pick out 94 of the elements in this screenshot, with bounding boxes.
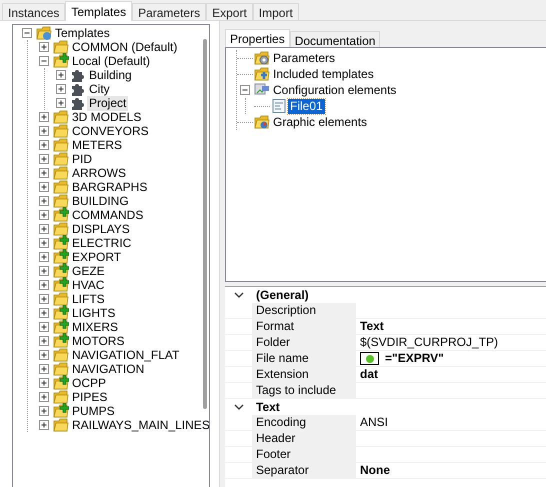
folder-icon [53,347,69,363]
property-value[interactable]: $(SVDIR_CURPROJ_TP) [360,335,498,350]
tree-item[interactable]: MIXERS [70,320,120,334]
tree-item[interactable]: PID [70,152,94,166]
expression-indicator [360,352,379,365]
tree-item[interactable]: BUILDING [70,194,131,208]
folder-icon [53,193,69,209]
folder-plus-icon [53,277,69,293]
tree-item[interactable]: PIPES [70,390,110,404]
tree-item[interactable]: City [87,82,112,96]
folder-icon [53,417,69,433]
folder-plus-icon [53,235,69,251]
folder-icon [36,25,52,41]
folder-icon [53,109,69,125]
tree-item[interactable]: DISPLAYS [70,222,132,236]
property-name: Description [252,303,356,318]
tab[interactable]: Export [206,3,253,20]
property-value[interactable]: dat [360,367,378,382]
tree-item[interactable]: HVAC [70,278,106,292]
tree-item[interactable]: 3D MODELS [70,110,144,124]
tree-item[interactable]: PUMPS [70,404,117,418]
tree-item[interactable]: EXPORT [70,250,124,264]
tab[interactable]: Properties [225,29,290,48]
property-name: Folder [252,335,356,350]
folder-icon [53,123,69,139]
folder-plus-icon [53,403,69,419]
folder-icon [53,179,69,195]
folder-icon [53,361,69,377]
tree-item[interactable]: ELECTRIC [70,236,134,250]
tree-item[interactable]: COMMANDS [70,208,146,222]
tree-item[interactable]: Configuration elements [271,82,398,98]
property-name: Extension [252,367,356,382]
property-name: Separator [252,463,356,478]
tree-item[interactable]: File01 [288,98,325,114]
folder-plus-icon [53,319,69,335]
tree-item[interactable]: RAILWAYS_MAIN_LINES [70,418,209,432]
folder-icon [53,291,69,307]
tree-item[interactable]: LIGHTS [70,306,118,320]
property-name: Encoding [252,415,356,430]
folder-icon [53,39,69,55]
puzzle-icon [70,81,86,97]
tree-item[interactable]: METERS [70,138,124,152]
document-icon [271,98,287,114]
tab[interactable]: Import [252,3,299,20]
tree-item[interactable]: Local (Default) [70,54,152,68]
folder-plus-icon [53,333,69,349]
property-name: Header [252,431,356,446]
folder-icon [53,165,69,181]
tree-item[interactable]: NAVIGATION [70,362,146,376]
tree-item[interactable]: BARGRAPHS [70,180,150,194]
property-name: Format [252,319,356,334]
property-value[interactable]: None [360,463,390,478]
folder-plus-icon [53,53,69,69]
tree-item[interactable]: Parameters [271,50,338,66]
property-name: Tags to include [252,383,356,398]
category-header[interactable]: (General) [256,287,309,304]
tree-item[interactable]: GEZE [70,264,107,278]
property-value[interactable]: ="EXPRV" [385,351,444,366]
tree-item[interactable]: MOTORS [70,334,126,348]
folder-icon [254,114,270,130]
folder-plus-icon [53,305,69,321]
folder-plus-icon [53,207,69,223]
puzzle-icon [70,95,86,111]
tab[interactable]: Instances [2,3,66,20]
folder-icon [254,66,270,82]
folder-plus-icon [53,249,69,265]
folder-gear-icon [254,50,270,66]
tree-item[interactable]: Templates [53,26,112,40]
property-value[interactable]: ANSI [360,415,388,430]
puzzle-icon [70,67,86,83]
tree-item[interactable]: NAVIGATION_FLAT [70,348,182,362]
tree-item[interactable]: CONVEYORS [70,124,151,138]
tree-item[interactable]: Graphic elements [271,114,370,130]
property-value[interactable]: Text [360,319,384,334]
category-header[interactable]: Text [256,398,280,416]
folder-icon [53,151,69,167]
folder-plus-icon [53,375,69,391]
tab[interactable]: Documentation [290,31,380,47]
property-name: Footer [252,447,356,462]
tree-item[interactable]: COMMON (Default) [70,40,180,54]
folder-plus-icon [53,263,69,279]
tree-item[interactable]: LIFTS [70,292,107,306]
tree-item[interactable]: Included templates [271,66,376,82]
property-name: File name [252,351,356,366]
tree-item[interactable]: OCPP [70,376,108,390]
folder-icon [53,389,69,405]
tree-item[interactable]: Building [87,68,134,82]
folder-icon [53,137,69,153]
tree-item[interactable]: ARROWS [70,166,128,180]
tab[interactable]: Templates [65,1,132,21]
tab[interactable]: Parameters [132,3,206,20]
folder-icon [53,221,69,237]
scrollbar-thumb[interactable] [203,39,207,409]
tree-item[interactable]: Project [87,96,128,110]
